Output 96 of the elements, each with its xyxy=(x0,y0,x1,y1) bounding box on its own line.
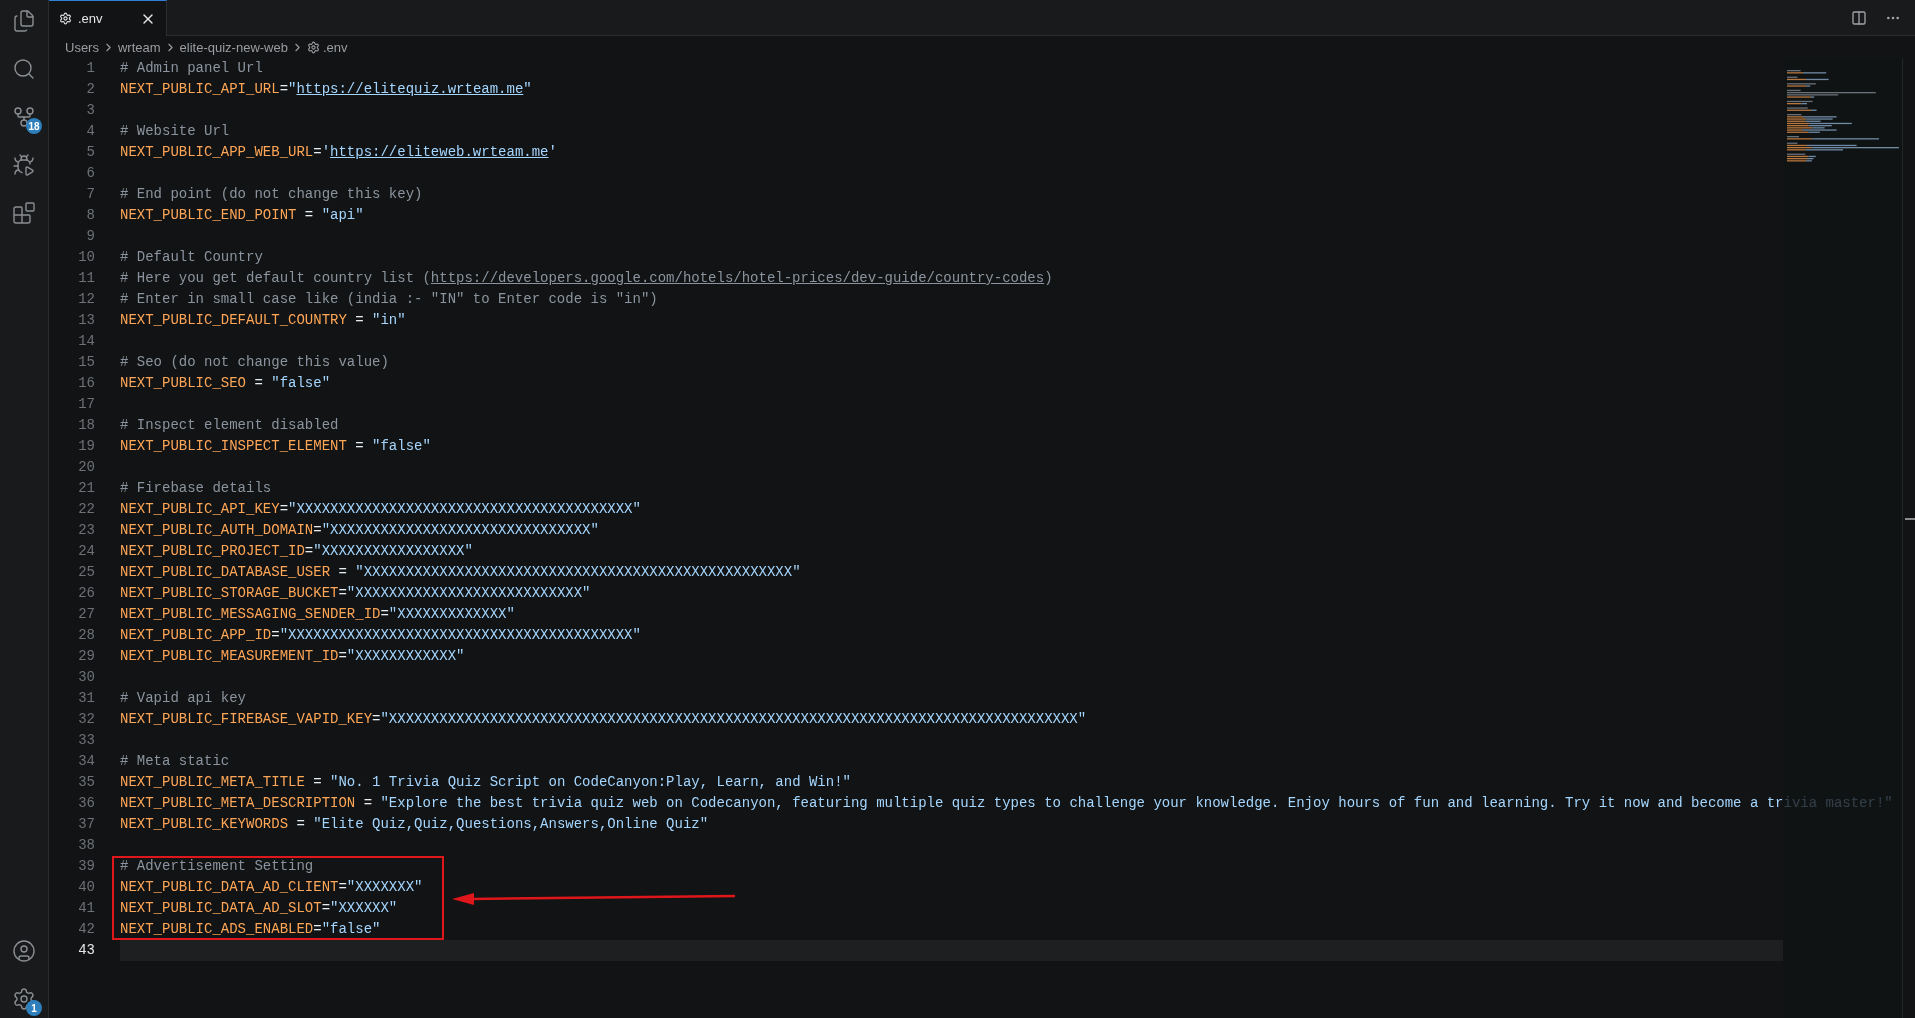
line-number: 41 xyxy=(77,899,95,918)
code-line: # Advertisement Setting xyxy=(112,856,445,877)
line-number: 12 xyxy=(77,290,95,309)
code-line: NEXT_PUBLIC_FIREBASE_VAPID_KEY="XXXXXXXXXXXXXXXXXXXXXXXXXXXXXXXXXXXXXXXXXXXXXXXXXXXXXXXXXXXXXXXXXXXXXXXXXXXXXXXXXX" xyxy=(120,710,1087,729)
code-line: # Inspect element disabled xyxy=(120,416,339,435)
breadcrumb-item[interactable]: wrteam xyxy=(117,39,161,55)
breadcrumb-item[interactable]: Users xyxy=(65,39,99,55)
line-number: 40 xyxy=(77,878,95,897)
line-number: 24 xyxy=(77,542,95,561)
files-icon[interactable] xyxy=(12,9,36,33)
bug-play-icon[interactable] xyxy=(12,153,36,177)
code-line: # Default Country xyxy=(120,248,263,267)
line-number: 31 xyxy=(77,689,95,708)
code-line: NEXT_PUBLIC_META_TITLE = "No. 1 Trivia Quiz Script on CodeCanyon:Play, Learn, and Win!" xyxy=(120,773,851,792)
line-number: 35 xyxy=(77,773,95,792)
code-line: NEXT_PUBLIC_MEASUREMENT_ID="XXXXXXXXXXXX" xyxy=(120,647,465,666)
code-line: NEXT_PUBLIC_AUTH_DOMAIN="XXXXXXXXXXXXXXXXXXXXXXXXXXXXXXX" xyxy=(120,521,599,540)
code-line: # Here you get default country list (https://developers.google.com/hotels/hotel-prices/dev-guide/country-codes) xyxy=(120,269,1053,288)
line-number: 39 xyxy=(77,857,95,876)
line-number: 42 xyxy=(77,920,95,939)
arrow-icon xyxy=(452,890,737,906)
code-line: NEXT_PUBLIC_APP_ID="XXXXXXXXXXXXXXXXXXXXXXXXXXXXXXXXXXXXXXXXX" xyxy=(120,626,641,645)
line-number: 22 xyxy=(77,500,95,519)
count-badge: 1 xyxy=(26,1000,42,1016)
code-line: # Meta static xyxy=(120,752,230,771)
line-number: 3 xyxy=(85,101,95,120)
line-number: 23 xyxy=(77,521,95,540)
line-number: 18 xyxy=(77,416,95,435)
code-line: NEXT_PUBLIC_MESSAGING_SENDER_ID="XXXXXXXXXXXXX" xyxy=(120,605,515,624)
line-number: 4 xyxy=(85,122,95,141)
line-number: 36 xyxy=(77,794,95,813)
search-icon[interactable] xyxy=(12,57,36,81)
line-number: 20 xyxy=(77,458,95,477)
line-number: 38 xyxy=(77,836,95,855)
link[interactable]: https://elitequiz.wrteam.me xyxy=(296,81,524,97)
blocks-icon[interactable] xyxy=(12,201,36,225)
editor-tab[interactable]: .env xyxy=(49,0,167,36)
line-number: 32 xyxy=(77,710,95,729)
code-line: NEXT_PUBLIC_STORAGE_BUCKET="XXXXXXXXXXXXXXXXXXXXXXXXXXX" xyxy=(120,584,591,603)
breadcrumb-item[interactable]: .env xyxy=(322,39,348,55)
code-line: NEXT_PUBLIC_DATABASE_USER = "XXXXXXXXXXXXXXXXXXXXXXXXXXXXXXXXXXXXXXXXXXXXXXXXXXX" xyxy=(120,563,801,582)
line-number: 16 xyxy=(77,374,95,393)
line-number: 19 xyxy=(77,437,95,456)
code-line: # Admin panel Url xyxy=(120,59,263,78)
split-editor-icon[interactable] xyxy=(1851,9,1867,26)
link[interactable]: https://eliteweb.wrteam.me xyxy=(330,144,549,160)
line-number: 28 xyxy=(77,626,95,645)
code-line: NEXT_PUBLIC_API_URL="https://elitequiz.wrteam.me" xyxy=(120,80,532,99)
line-number: 7 xyxy=(85,185,95,204)
line-number: 25 xyxy=(77,563,95,582)
line-number: 2 xyxy=(85,80,95,99)
account-icon[interactable] xyxy=(12,939,36,963)
line-number: 26 xyxy=(77,584,95,603)
code-line: # Vapid api key xyxy=(120,689,247,708)
line-number: 13 xyxy=(77,311,95,330)
line-number: 21 xyxy=(77,479,95,498)
line-number: 1 xyxy=(85,59,95,78)
link[interactable]: https://developers.google.com/hotels/hotel-prices/dev-guide/country-codes xyxy=(430,270,1045,286)
code-line: NEXT_PUBLIC_PROJECT_ID="XXXXXXXXXXXXXXXXX" xyxy=(120,542,473,561)
count-badge: 18 xyxy=(26,118,42,134)
line-number: 29 xyxy=(77,647,95,666)
line-number: 15 xyxy=(77,353,95,372)
settings-icon[interactable] xyxy=(12,987,36,1011)
line-number: 9 xyxy=(85,227,95,246)
line-number: 14 xyxy=(77,332,95,351)
line-number: 30 xyxy=(77,668,95,687)
line-number: 5 xyxy=(85,143,95,162)
code-line: # Website Url xyxy=(120,122,230,141)
code-line: NEXT_PUBLIC_DATA_AD_SLOT="XXXXXX" xyxy=(112,898,445,919)
code-line: # End point (do not change this key) xyxy=(120,185,423,204)
code-line: NEXT_PUBLIC_APP_WEB_URL='https://eliteweb.wrteam.me' xyxy=(120,143,557,162)
code-line: NEXT_PUBLIC_DEFAULT_COUNTRY = "in" xyxy=(120,311,406,330)
code-line: NEXT_PUBLIC_SEO = "false" xyxy=(120,374,331,393)
code-line: # Enter in small case like (india :- "IN" to Enter code is "in") xyxy=(120,290,658,309)
code-line: NEXT_PUBLIC_KEYWORDS = "Elite Quiz,Quiz,Questions,Answers,Online Quiz" xyxy=(120,815,709,834)
code-line: NEXT_PUBLIC_DATA_AD_CLIENT="XXXXXXX" xyxy=(112,877,445,898)
line-number: 43 xyxy=(77,941,95,960)
line-number: 6 xyxy=(85,164,95,183)
code-line: NEXT_PUBLIC_ADS_ENABLED="false" xyxy=(112,919,445,940)
line-number: 11 xyxy=(77,269,95,288)
code-line: NEXT_PUBLIC_END_POINT = "api" xyxy=(120,206,364,225)
line-number: 10 xyxy=(77,248,95,267)
code-line: NEXT_PUBLIC_API_KEY="XXXXXXXXXXXXXXXXXXXXXXXXXXXXXXXXXXXXXXXX" xyxy=(120,500,641,519)
code-line: # Firebase details xyxy=(120,479,272,498)
gear-icon xyxy=(59,12,72,25)
breadcrumb-item[interactable]: elite-quiz-new-web xyxy=(179,39,288,55)
line-number: 27 xyxy=(77,605,95,624)
line-number: 8 xyxy=(85,206,95,225)
code-line: # Seo (do not change this value) xyxy=(120,353,389,372)
code-line: NEXT_PUBLIC_INSPECT_ELEMENT = "false" xyxy=(120,437,431,456)
line-number: 34 xyxy=(77,752,95,771)
line-number: 17 xyxy=(77,395,95,414)
gear-icon xyxy=(306,40,320,54)
line-number: 33 xyxy=(77,731,95,750)
scrollbar-marker xyxy=(1905,518,1915,520)
line-number: 37 xyxy=(77,815,95,834)
